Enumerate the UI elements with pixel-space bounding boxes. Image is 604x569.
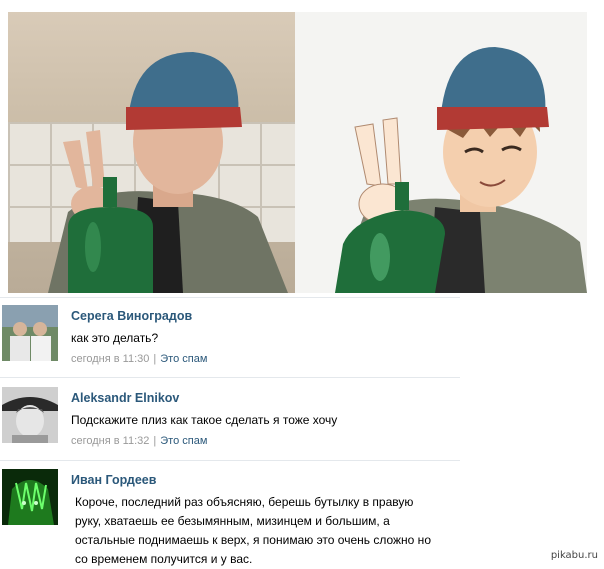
comment-time[interactable]: сегодня в 11:32 (71, 435, 149, 447)
comment-text-line: со временем получится и у вас. (75, 552, 253, 566)
avatar[interactable] (2, 387, 58, 443)
divider (0, 297, 460, 298)
avatar-image (2, 387, 58, 443)
real-person-illustration (48, 52, 288, 293)
comment-text: Подскажите плиз как такое сделать я тоже… (71, 413, 338, 427)
spam-link[interactable]: Это спам (160, 435, 207, 447)
comment-text-line: Короче, последний раз объясняю, берешь б… (75, 495, 414, 509)
avatar[interactable] (2, 469, 58, 525)
avatar-image (2, 469, 58, 525)
anime-person-illustration (335, 47, 587, 293)
avatar-image (2, 305, 58, 361)
comment-meta: сегодня в 11:30 | Это спам (71, 353, 208, 365)
spam-link[interactable]: Это спам (160, 353, 207, 365)
comment-text: Короче, последний раз объясняю, берешь б… (75, 493, 431, 569)
comment-meta: сегодня в 11:32 | Это спам (71, 435, 208, 447)
comment-author[interactable]: Иван Гордеев (71, 473, 156, 487)
divider (0, 460, 460, 461)
photo-real (8, 12, 295, 293)
divider (0, 377, 460, 378)
comment-text-line: руку, хватаешь ее безымянным, мизинцем и… (75, 514, 390, 528)
comment-author[interactable]: Aleksandr Elnikov (71, 391, 179, 405)
comment-text-line: остальные поднимаешь к верх, я понимаю э… (75, 533, 431, 547)
comment-time[interactable]: сегодня в 11:30 (71, 353, 149, 365)
comment-text: как это делать? (71, 331, 159, 345)
comment-author[interactable]: Серега Виноградов (71, 309, 192, 323)
photo-anime (295, 12, 587, 293)
avatar[interactable] (2, 305, 58, 361)
watermark: pikabu.ru (550, 550, 598, 561)
